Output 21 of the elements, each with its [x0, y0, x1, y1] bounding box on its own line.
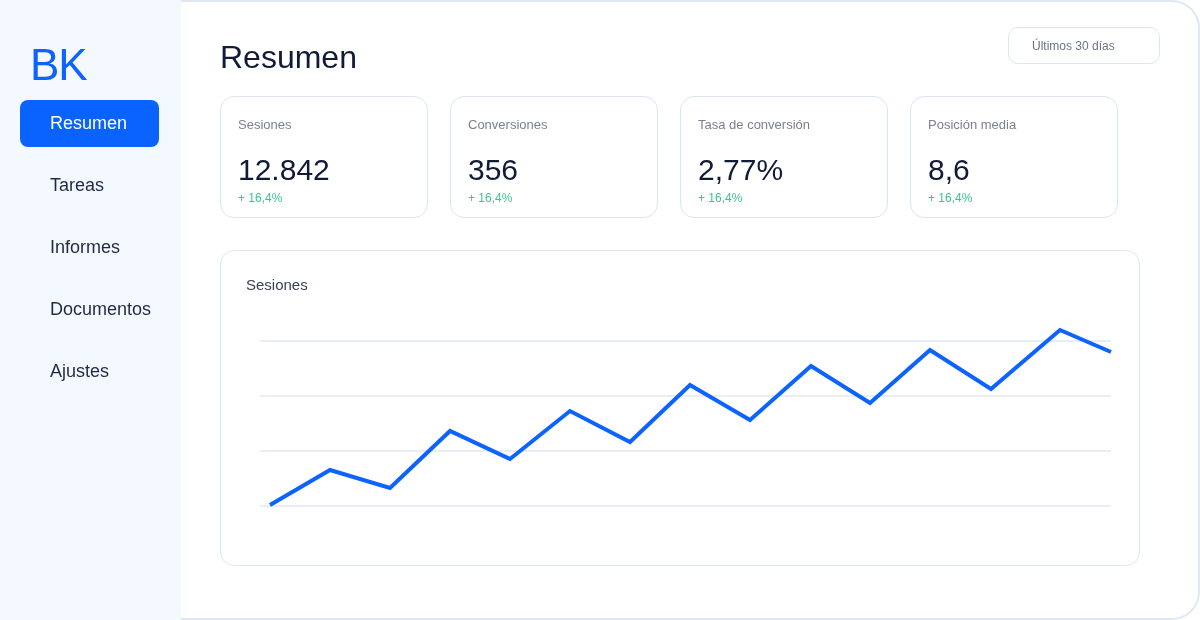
metric-change: + 16,4% [928, 190, 973, 206]
metric-change: + 16,4% [698, 190, 743, 206]
page-title: Resumen [220, 38, 357, 77]
nav-item[interactable]: Tareas [20, 162, 159, 209]
nav-item[interactable]: Ajustes [20, 348, 159, 395]
nav-item[interactable]: Documentos [20, 286, 159, 333]
metric-label: Posición media [928, 116, 1017, 134]
chart-title: Sesiones [246, 275, 308, 295]
nav-item[interactable]: Resumen [20, 100, 159, 147]
metric-value: 8,6 [928, 152, 970, 188]
metric-label: Sesiones [238, 116, 292, 134]
metric-label: Tasa de conversión [698, 116, 810, 134]
metric-value: 2,77% [698, 152, 784, 188]
metric-value: 356 [468, 152, 519, 188]
metric-change: + 16,4% [238, 190, 283, 206]
nav-item[interactable]: Informes [20, 224, 159, 271]
logo: BK [30, 43, 87, 87]
metric-label: Conversiones [468, 116, 548, 134]
date-range-button[interactable]: Últimos 30 días [1008, 27, 1160, 64]
metric-change: + 16,4% [468, 190, 513, 206]
metric-value: 12.842 [238, 152, 330, 188]
